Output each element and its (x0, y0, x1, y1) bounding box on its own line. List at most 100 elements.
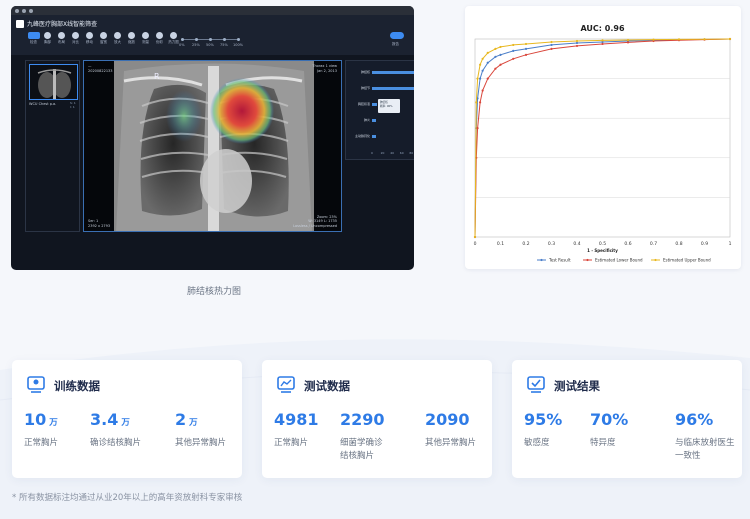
lower-bound-point (575, 44, 579, 48)
finding-probability-bar (372, 119, 377, 122)
x-tick-label: 0.1 (497, 241, 504, 247)
toolbar-tool[interactable]: 布局 (55, 32, 68, 45)
window-dot-icon (22, 9, 26, 13)
heatmap-opacity-slider[interactable] (181, 38, 240, 41)
stat-number: 70% (590, 410, 629, 429)
upper-bound-point (494, 47, 497, 51)
overlay-top-left: —20200822133 (88, 64, 113, 73)
stat-number: 4981 (274, 410, 319, 429)
tool-icon (72, 32, 79, 39)
stat-label: 其他异常胸片 (425, 438, 477, 448)
viewer-caption: 肺结核热力图 (187, 287, 242, 297)
stat-value: 2090 (425, 410, 470, 429)
tool-label: 测量 (142, 40, 149, 44)
x-tick-label: 0.5 (599, 241, 606, 247)
toolbar-tool[interactable]: 放大 (111, 32, 124, 45)
tool-icon (27, 32, 40, 39)
stat-number: 2290 (340, 410, 385, 429)
tool-icon (100, 32, 107, 39)
stat-value: 96% (675, 410, 713, 429)
roc-title: AUC: 0.96 (580, 24, 624, 33)
x-tick-label: 0.2 (522, 241, 529, 247)
lower-bound-point (481, 89, 484, 92)
stat-value: 2290 (340, 410, 385, 429)
findings-probability-chart: 肺结核肺结节胸腔积液肺炎主动脉钙化020406080100 肺结核 概率: 96… (345, 60, 414, 160)
upper-bound-point (728, 37, 732, 41)
lower-bound-point (499, 63, 502, 66)
lower-bound-point (494, 67, 497, 70)
upper-bound-point (677, 38, 681, 41)
stat-value: 70% (590, 410, 628, 429)
tool-icon (44, 32, 51, 39)
stat-unit: 万 (189, 418, 198, 428)
window-dot-icon (15, 9, 19, 13)
roc-chart-card: AUC: 0.96 0 0.1 0.2 0.3 0.4 0.5 0.6 0.7 0.8 0.9 1 1 … (465, 6, 741, 269)
window-titlebar (11, 6, 414, 15)
tool-label: 布局 (58, 40, 65, 44)
tool-icon (58, 32, 65, 39)
roc-chart: AUC: 0.96 0 0.1 0.2 0.3 0.4 0.5 0.6 0.7 0.8 0.9 1 1 … (474, 24, 732, 263)
stat-number: 2 (175, 410, 187, 429)
stat-label: 其他异常胸片 (175, 438, 227, 448)
test-result-point (479, 77, 482, 80)
finding-axis-tick: 0 (371, 151, 373, 155)
toolbar-tool[interactable]: 移动 (83, 32, 96, 45)
viewer-toolbar: 九峰医疗胸部X线智能筛查 检查 胸部 布局 对比 移动 窗宽 放大 缩放 测量 伪彩 热力图 0% … (11, 15, 414, 55)
stat-label: 特异度 (590, 438, 616, 448)
tool-icon (114, 32, 121, 39)
report-button[interactable] (390, 32, 404, 39)
test-result-point (524, 47, 528, 51)
lower-bound-point (479, 101, 482, 104)
slider-tick-label: 75% (220, 43, 228, 47)
x-tick-label: 0.3 (548, 241, 555, 247)
toolbar-tool[interactable]: 检查 (27, 32, 40, 45)
x-tick-label: 0.4 (573, 241, 580, 247)
plot-area (474, 38, 731, 238)
xray-viewer-window: 九峰医疗胸部X线智能筛查 检查 胸部 布局 对比 移动 窗宽 放大 缩放 测量 伪彩 热力图 0% … (11, 6, 414, 270)
image-orientation-marker: R (154, 72, 160, 81)
training-data-icon (27, 376, 45, 393)
toolbar-tool[interactable]: 窗宽 (97, 32, 110, 45)
x-tick-label: 0.9 (701, 241, 708, 247)
toolbar-tool[interactable]: 测量 (139, 32, 152, 45)
toolbar-tool[interactable]: 伪彩 (153, 32, 166, 45)
x-tick-label: 1 (729, 241, 732, 247)
legend-marker (540, 258, 543, 262)
tool-icon (156, 32, 163, 39)
toolbar-tool[interactable]: 缩放 (125, 32, 138, 45)
x-tick-label: 0 (474, 241, 477, 247)
overlay-top-right: Thorax 1 view Jan 2, 2013 (312, 64, 337, 73)
stat-card-title: 测试数据 (304, 379, 350, 393)
test-result-point (512, 49, 515, 52)
tool-label: 移动 (86, 40, 93, 44)
main-image-viewport[interactable]: R —20200822133 Thorax 1 view Jan 2, 2013 … (83, 60, 342, 232)
test-data-icon (277, 376, 295, 393)
footnote: * 所有数据标注均通过从业20年以上的高年资放射科专家审核 (12, 493, 243, 503)
stat-card-title: 测试结果 (554, 379, 600, 393)
tool-label: 伪彩 (156, 40, 163, 44)
test-result-point (499, 53, 502, 56)
upper-bound-point (486, 51, 489, 54)
stat-number: 2090 (425, 410, 470, 429)
legend-label: Estimated Upper Bound (663, 258, 711, 263)
chart-tooltip: 肺结核 概率: 96% (378, 99, 400, 113)
thumbnail-xray-image (37, 69, 72, 99)
heatmap-hotspot (210, 78, 274, 144)
tool-icon (128, 32, 135, 39)
stat-value: 95% (524, 410, 562, 429)
tool-label: 检查 (30, 40, 37, 44)
toolbar-tool[interactable]: 胸部 (41, 32, 54, 45)
finding-probability-bar (372, 87, 414, 90)
stat-number: 10 (24, 410, 47, 429)
stat-label: 正常胸片 (24, 438, 59, 448)
tool-label: 缩放 (128, 40, 135, 44)
toolbar-tool[interactable]: 对比 (69, 32, 82, 45)
upper-bound-point (475, 101, 478, 104)
tool-icon (170, 32, 177, 39)
stat-label: 细菌学确诊 结核胸片 (340, 438, 383, 461)
finding-axis-tick: 40 (390, 151, 395, 155)
series-thumbnail[interactable] (29, 64, 78, 100)
finding-category-label: 胸腔积液 (357, 102, 370, 106)
lower-bound-point (601, 42, 604, 46)
stat-card: 测试数据 4981 正常胸片 2290 细菌学确诊 结核胸片 2090 其他异常胸片 (262, 360, 492, 478)
